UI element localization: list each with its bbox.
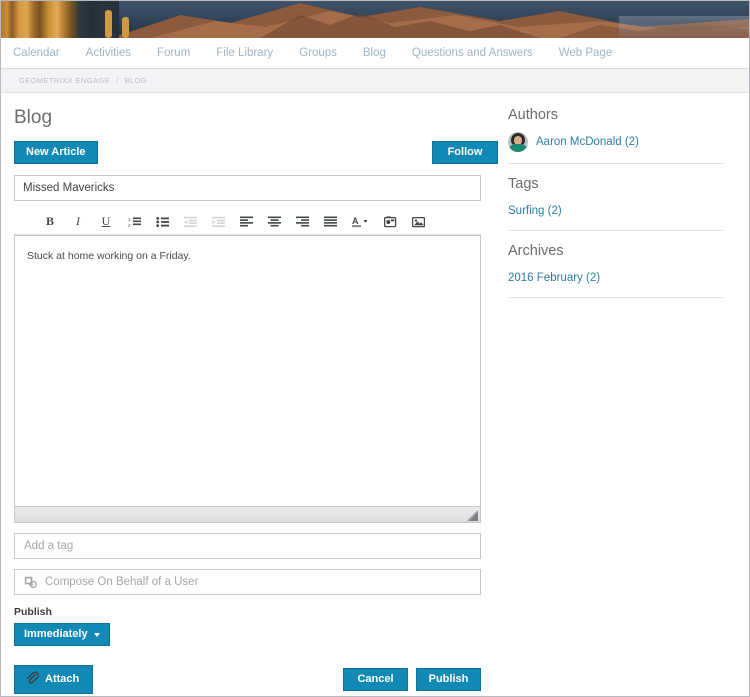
cancel-button[interactable]: Cancel [343, 668, 408, 691]
page-root: Calendar Activities Forum File Library G… [0, 0, 750, 697]
banner-valley-lights [619, 16, 749, 38]
bold-icon[interactable]: B [36, 210, 64, 234]
sidebar-section-tags: Tags Surfing (2) [508, 176, 724, 231]
paperclip-icon [25, 671, 39, 688]
publish-schedule-dropdown[interactable]: Immediately [14, 623, 110, 646]
header-banner-image [1, 1, 749, 38]
nav-item-file-library[interactable]: File Library [203, 47, 286, 59]
publish-button[interactable]: Publish [416, 668, 481, 691]
nav-item-groups[interactable]: Groups [286, 47, 350, 59]
align-right-icon[interactable] [288, 210, 316, 234]
outdent-icon [176, 210, 204, 234]
author-list-item[interactable]: Aaron McDonald (2) [508, 132, 724, 152]
new-article-button[interactable]: New Article [14, 141, 98, 164]
publish-schedule-label: Publish [14, 606, 52, 618]
tags-heading: Tags [508, 176, 539, 192]
compose-on-behalf-input[interactable]: Compose On Behalf of a User [14, 569, 481, 595]
author-link[interactable]: Aaron McDonald (2) [536, 136, 639, 148]
chevron-down-icon [93, 632, 100, 637]
content-area: Blog New Article Follow B I U 12 [1, 93, 749, 694]
compose-on-behalf-placeholder: Compose On Behalf of a User [45, 576, 199, 588]
banner-cactus-arm-2 [122, 17, 129, 38]
authors-heading: Authors [508, 107, 558, 123]
attach-button-label: Attach [45, 673, 80, 685]
justify-icon[interactable] [316, 210, 344, 234]
tag-input[interactable]: Add a tag [14, 533, 481, 559]
primary-navigation: Calendar Activities Forum File Library G… [1, 38, 749, 69]
submit-button-group: Cancel Publish [343, 668, 481, 691]
svg-text:1: 1 [128, 217, 131, 222]
attach-button[interactable]: Attach [14, 665, 94, 694]
sidebar: Authors Aaron McDonald (2) Tags Surfing … [498, 93, 738, 694]
breadcrumb-root-link[interactable]: GEOMETRIXX ENGAGE [19, 76, 110, 85]
article-title-input[interactable] [14, 175, 481, 201]
insert-image-icon[interactable] [404, 210, 432, 234]
page-title: Blog [14, 107, 53, 128]
editor-toolbar: B I U 12 A [14, 209, 481, 235]
anchor-icon[interactable] [376, 210, 404, 234]
unordered-list-icon[interactable] [148, 210, 176, 234]
editor-horizontal-scrollbar[interactable] [14, 507, 481, 523]
tag-input-placeholder: Add a tag [24, 540, 74, 552]
indent-icon [204, 210, 232, 234]
user-add-icon [24, 576, 37, 588]
align-center-icon[interactable] [260, 210, 288, 234]
breadcrumb: GEOMETRIXX ENGAGE / BLOG [1, 69, 749, 93]
follow-button[interactable]: Follow [432, 141, 498, 164]
form-actions: Attach Cancel Publish [14, 665, 481, 694]
nav-item-calendar[interactable]: Calendar [13, 47, 73, 59]
align-left-icon[interactable] [232, 210, 260, 234]
text-color-icon[interactable]: A [344, 210, 376, 234]
archive-link[interactable]: 2016 February (2) [508, 272, 600, 284]
svg-text:A: A [352, 216, 359, 226]
breadcrumb-separator: / [115, 76, 119, 85]
avatar [508, 132, 528, 152]
breadcrumb-current: BLOG [124, 76, 147, 85]
sidebar-section-authors: Authors Aaron McDonald (2) [508, 107, 724, 164]
nav-item-questions-and-answers[interactable]: Questions and Answers [399, 47, 546, 59]
svg-text:2: 2 [128, 223, 131, 228]
underline-icon[interactable]: U [92, 210, 120, 234]
editor-resize-grip[interactable] [467, 510, 478, 521]
banner-cactus-arm [105, 10, 112, 38]
publish-schedule-value: Immediately [24, 628, 88, 640]
editor-content[interactable]: Stuck at home working on a Friday. [14, 235, 481, 507]
nav-item-forum[interactable]: Forum [144, 47, 203, 59]
sidebar-section-archives: Archives 2016 February (2) [508, 243, 724, 298]
ordered-list-icon[interactable]: 12 [120, 210, 148, 234]
action-row: New Article Follow [14, 141, 498, 164]
nav-item-activities[interactable]: Activities [73, 47, 144, 59]
banner-cactus [1, 1, 119, 38]
tag-link[interactable]: Surfing (2) [508, 205, 562, 217]
editor-body-paragraph: Stuck at home working on a Friday. [27, 250, 191, 262]
italic-icon[interactable]: I [64, 210, 92, 234]
nav-item-blog[interactable]: Blog [350, 47, 399, 59]
archives-heading: Archives [508, 243, 564, 259]
rich-text-editor: B I U 12 A Stuck at home working on a Fr… [14, 209, 481, 523]
nav-item-web-page[interactable]: Web Page [546, 47, 626, 59]
main-column: Blog New Article Follow B I U 12 [1, 93, 498, 694]
